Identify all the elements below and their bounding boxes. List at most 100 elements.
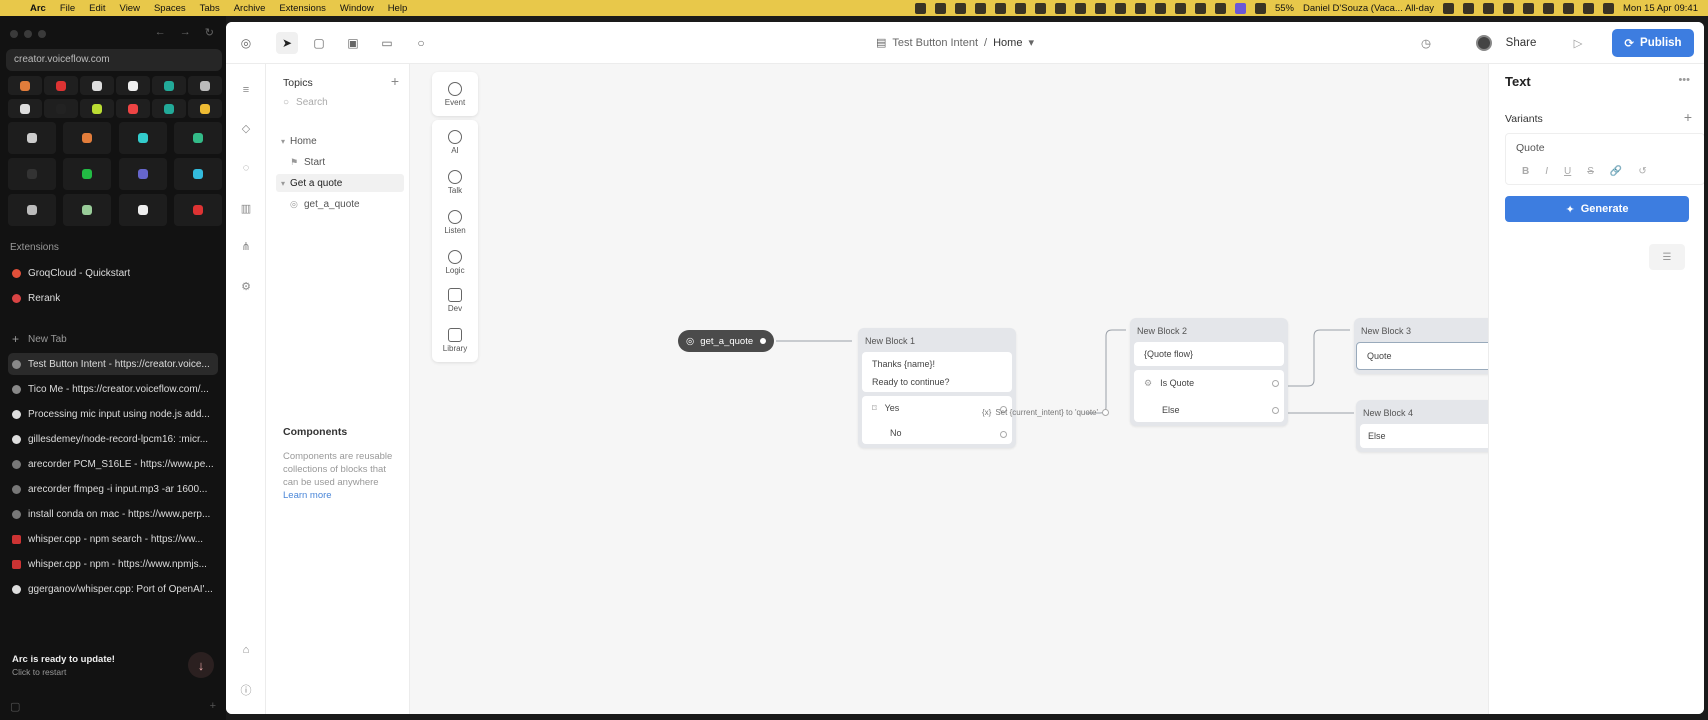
text-step[interactable]: Thanks {name}! Ready to continue? xyxy=(862,352,1012,392)
comment-tool-icon[interactable]: ▭ xyxy=(376,32,398,54)
menu-arc[interactable]: Arc xyxy=(30,3,46,14)
condition-else[interactable]: Else xyxy=(1162,405,1180,415)
history-icon[interactable]: ◷ xyxy=(1416,29,1436,57)
ai-rewrite-icon[interactable]: ↺ xyxy=(1638,166,1646,177)
favorite-tab[interactable] xyxy=(8,158,56,190)
tray-app-icon[interactable] xyxy=(974,2,986,14)
update-notice[interactable]: Arc is ready to update! Click to restart xyxy=(12,654,115,677)
block-title[interactable]: New Block 3 xyxy=(1361,326,1411,336)
tray-app-icon[interactable] xyxy=(934,2,946,14)
output-port[interactable] xyxy=(760,338,766,344)
favorite-tab[interactable] xyxy=(63,158,112,190)
menu-spaces[interactable]: Spaces xyxy=(154,3,186,14)
tray-app-icon[interactable] xyxy=(1563,2,1574,14)
palette-dev[interactable]: Dev xyxy=(432,280,478,320)
output-port[interactable] xyxy=(1102,409,1110,416)
bold-icon[interactable]: B xyxy=(1522,166,1529,177)
tray-app-icon[interactable] xyxy=(1463,2,1474,14)
add-variant-button[interactable]: + xyxy=(1684,109,1692,125)
support-icon[interactable]: ⌂ xyxy=(238,642,254,658)
start-node[interactable]: ◎ get_a_quote xyxy=(678,330,774,352)
tray-app-icon[interactable] xyxy=(1583,2,1594,14)
screen-record-icon[interactable] xyxy=(1234,2,1246,14)
favorite-tab[interactable] xyxy=(116,99,150,118)
search-icon[interactable]: ○ xyxy=(410,32,432,54)
link-icon[interactable]: 🔗 xyxy=(1610,166,1622,177)
tray-app-icon[interactable] xyxy=(1543,2,1554,14)
text-step[interactable]: Quote xyxy=(1356,342,1506,370)
strikethrough-icon[interactable]: S xyxy=(1587,166,1594,177)
zoom-window-button[interactable] xyxy=(38,30,46,38)
palette-logic[interactable]: Logic xyxy=(432,242,478,282)
canvas[interactable]: ◎ get_a_quote New Block 1 Thanks {name}!… xyxy=(410,64,1514,714)
tab-item[interactable]: Processing mic input using node.js add..… xyxy=(8,403,218,425)
tray-app-icon[interactable] xyxy=(1074,2,1086,14)
select-tool-icon[interactable]: ➤ xyxy=(276,32,298,54)
favorite-tab[interactable] xyxy=(8,76,42,95)
add-topic-button[interactable]: + xyxy=(391,73,399,89)
tray-app-icon[interactable] xyxy=(1523,2,1534,14)
button-option-yes[interactable]: ⌑ Yes xyxy=(872,403,899,414)
topics-search[interactable]: ○ Search xyxy=(283,97,328,108)
palette-event[interactable]: Event xyxy=(432,74,478,114)
block-2[interactable]: New Block 2 {Quote flow} ⚙ Is Quote Else xyxy=(1130,318,1288,426)
learn-more-link[interactable]: Learn more xyxy=(283,490,332,501)
favorite-tab[interactable] xyxy=(118,194,167,226)
output-port[interactable] xyxy=(1272,407,1279,414)
tab-item[interactable]: Tico Me - https://creator.voiceflow.com/… xyxy=(8,378,218,400)
settings-icon[interactable]: ⚙ xyxy=(238,278,254,294)
menu-extensions[interactable]: Extensions xyxy=(279,3,325,14)
topic-start[interactable]: ⚑ Start xyxy=(276,153,404,171)
info-icon[interactable]: ⓘ xyxy=(238,682,254,698)
tray-app-icon[interactable] xyxy=(1214,2,1226,14)
avatar[interactable] xyxy=(1476,29,1492,57)
chevron-down-icon[interactable]: ▾ xyxy=(1028,36,1034,49)
search-input[interactable]: Search xyxy=(296,97,328,108)
new-tab-button[interactable]: + New Tab xyxy=(8,328,218,350)
menu-window[interactable]: Window xyxy=(340,3,374,14)
favorite-tab[interactable] xyxy=(173,158,222,190)
chat-icon[interactable]: ◌ xyxy=(238,160,254,176)
condition-is-quote[interactable]: ⚙ Is Quote xyxy=(1144,378,1194,389)
italic-icon[interactable]: I xyxy=(1545,166,1548,177)
favorite-tab[interactable] xyxy=(152,76,186,95)
favorite-tab[interactable] xyxy=(80,99,114,118)
favorite-tab[interactable] xyxy=(44,99,78,118)
output-port[interactable] xyxy=(1272,380,1279,387)
block-title[interactable]: New Block 4 xyxy=(1363,408,1413,418)
tray-app-icon[interactable] xyxy=(1254,2,1266,14)
tray-app-icon[interactable] xyxy=(1443,2,1454,14)
tab-item[interactable]: Test Button Intent - https://creator.voi… xyxy=(8,353,218,375)
tray-app-icon[interactable] xyxy=(1134,2,1146,14)
tab-item[interactable]: gillesdemey/node-record-lpcm16: :micr... xyxy=(8,428,218,450)
variant-editor[interactable]: Quote B I U S 🔗 ↺ xyxy=(1505,133,1704,185)
tab-item[interactable]: arecorder ffmpeg -i input.mp3 -ar 1600..… xyxy=(8,478,218,500)
add-space-icon[interactable]: + xyxy=(210,700,216,713)
block-title[interactable]: New Block 1 xyxy=(865,336,915,346)
generate-button[interactable]: ✦ Generate xyxy=(1505,196,1689,222)
palette-talk[interactable]: Talk xyxy=(432,162,478,202)
favorite-tab[interactable] xyxy=(118,122,167,154)
favorite-tab[interactable] xyxy=(63,194,112,226)
tab-item[interactable]: install conda on mac - https://www.perp.… xyxy=(8,503,218,525)
breadcrumb-page[interactable]: Home xyxy=(993,37,1022,49)
topic-get-a-quote[interactable]: ▾ Get a quote xyxy=(276,174,404,192)
download-update-icon[interactable]: ↓ xyxy=(188,652,214,678)
cube-icon[interactable]: ◇ xyxy=(238,120,254,136)
favorite-tab[interactable] xyxy=(173,122,222,154)
favorite-tab[interactable] xyxy=(8,194,56,226)
wifi-icon[interactable] xyxy=(954,2,966,14)
chevron-down-icon[interactable]: ▾ xyxy=(276,179,290,188)
favorite-tab[interactable] xyxy=(116,76,150,95)
tray-app-icon[interactable] xyxy=(1174,2,1186,14)
menu-archive[interactable]: Archive xyxy=(234,3,266,14)
breadcrumb-project[interactable]: Test Button Intent xyxy=(892,37,978,49)
minimize-window-button[interactable] xyxy=(24,30,32,38)
tray-app-icon[interactable] xyxy=(1154,2,1166,14)
tray-app-icon[interactable] xyxy=(1194,2,1206,14)
tray-app-icon[interactable] xyxy=(1114,2,1126,14)
media-tool-icon[interactable]: ▣ xyxy=(342,32,364,54)
block-1[interactable]: New Block 1 Thanks {name}! Ready to cont… xyxy=(858,328,1016,448)
close-window-button[interactable] xyxy=(10,30,18,38)
favorite-tab[interactable] xyxy=(8,122,56,154)
